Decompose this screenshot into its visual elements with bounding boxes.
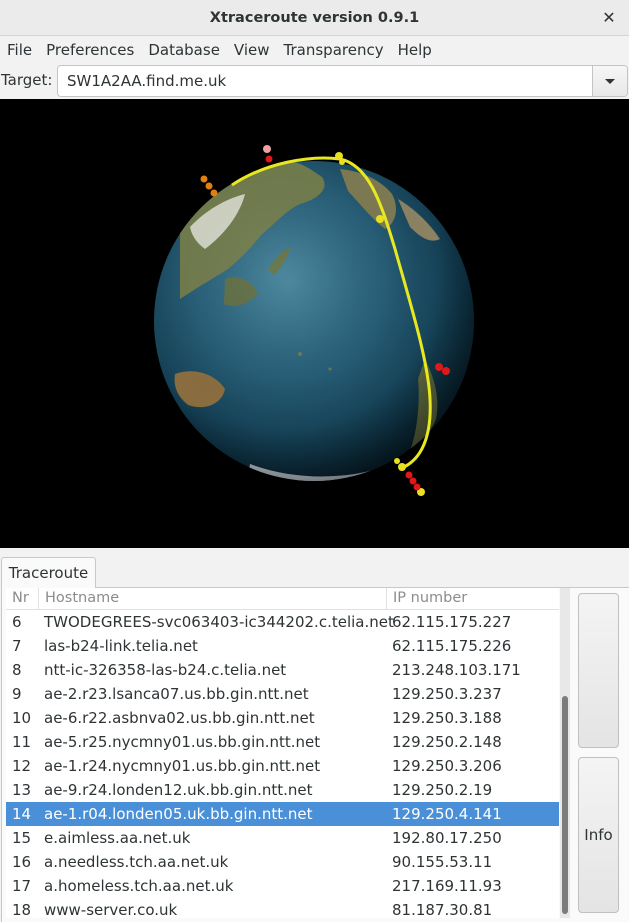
column-header-hostname[interactable]: Hostname — [45, 590, 119, 606]
table-row[interactable]: 14 ae-1.r04.londen05.uk.bb.gin.ntt.net 129… — [6, 802, 559, 826]
row-nr: 11 — [12, 733, 32, 751]
table-header: Nr Hostname IP number — [6, 588, 559, 610]
scrollbar-thumb[interactable] — [562, 696, 568, 914]
table-row[interactable]: 11 ae-5.r25.nycmny01.us.bb.gin.ntt.net 129… — [6, 730, 559, 754]
info-button[interactable]: Info — [578, 757, 619, 913]
row-hostname: ae-6.r22.asbnva02.us.bb.gin.ntt.net — [44, 709, 315, 727]
route-marker — [335, 152, 343, 160]
menu-database[interactable]: Database — [141, 41, 227, 59]
row-ip: 62.115.175.226 — [392, 637, 512, 655]
row-hostname: ntt-ic-326358-las-b24.c.telia.net — [44, 661, 287, 679]
route-marker — [398, 463, 406, 471]
host-marker — [435, 363, 443, 371]
window-title: Xtraceroute version 0.9.1 — [209, 9, 420, 26]
row-hostname: a.homeless.tch.aa.net.uk — [44, 877, 234, 895]
globe-view[interactable] — [0, 99, 629, 548]
host-marker — [413, 483, 421, 491]
row-hostname: ae-1.r04.londen05.uk.bb.gin.ntt.net — [44, 805, 313, 823]
menu-transparency[interactable]: Transparency — [277, 41, 391, 59]
table-row[interactable]: 9 ae-2.r23.lsanca07.us.bb.gin.ntt.net 129.… — [6, 682, 559, 706]
row-hostname: las-b24-link.telia.net — [44, 637, 198, 655]
menu-bar: File Preferences Database View Transpare… — [0, 37, 629, 63]
close-icon[interactable]: ✕ — [599, 7, 619, 27]
title-bar: Xtraceroute version 0.9.1 ✕ — [0, 0, 629, 36]
table-row[interactable]: 6 TWODEGREES-svc063403-ic344202.c.telia.n… — [6, 610, 559, 634]
blank-button[interactable] — [578, 593, 619, 748]
row-ip: 129.250.4.141 — [392, 805, 502, 823]
table-row[interactable]: 7 las-b24-link.telia.net 62.115.175.226 — [6, 634, 559, 658]
row-hostname: www-server.co.uk — [44, 901, 178, 918]
column-header-nr[interactable]: Nr — [12, 590, 29, 606]
row-nr: 6 — [12, 613, 22, 631]
chevron-down-icon — [605, 78, 615, 84]
row-nr: 16 — [12, 853, 32, 871]
row-nr: 18 — [12, 901, 32, 918]
route-marker — [376, 215, 384, 223]
host-marker — [442, 367, 450, 375]
target-dropdown-button[interactable] — [592, 66, 627, 96]
row-ip: 213.248.103.171 — [392, 661, 521, 679]
menu-view[interactable]: View — [227, 41, 277, 59]
globe-canvas[interactable] — [0, 99, 629, 548]
row-hostname: e.aimless.aa.net.uk — [44, 829, 191, 847]
table-row[interactable]: 10 ae-6.r22.asbnva02.us.bb.gin.ntt.net 129… — [6, 706, 559, 730]
notebook: Traceroute Nr Hostname IP number 6 TWODEG… — [0, 550, 629, 922]
row-ip: 62.115.175.227 — [392, 613, 512, 631]
traceroute-page: Nr Hostname IP number 6 TWODEGREES-svc063… — [1, 588, 629, 922]
row-ip: 81.187.30.81 — [392, 901, 493, 918]
route-marker — [394, 458, 400, 464]
row-nr: 17 — [12, 877, 32, 895]
table-row[interactable]: 12 ae-1.r24.nycmny01.us.bb.gin.ntt.net 129… — [6, 754, 559, 778]
row-hostname: ae-5.r25.nycmny01.us.bb.gin.ntt.net — [44, 733, 321, 751]
host-marker — [409, 477, 417, 485]
row-nr: 15 — [12, 829, 32, 847]
menu-help[interactable]: Help — [391, 41, 439, 59]
table-row[interactable]: 13 ae-9.r24.londen12.uk.bb.gin.ntt.net 129… — [6, 778, 559, 802]
row-nr: 12 — [12, 757, 32, 775]
table-row[interactable]: 17 a.homeless.tch.aa.net.uk 217.169.11.93 — [6, 874, 559, 898]
row-ip: 129.250.2.19 — [392, 781, 493, 799]
target-row: Target: — [0, 64, 629, 98]
traceroute-table: Nr Hostname IP number 6 TWODEGREES-svc063… — [6, 588, 559, 918]
host-marker — [210, 189, 218, 197]
row-ip: 192.80.17.250 — [392, 829, 502, 847]
host-marker — [263, 145, 271, 153]
table-row[interactable]: 16 a.needless.tch.aa.net.uk 90.155.53.11 — [6, 850, 559, 874]
row-hostname: TWODEGREES-svc063403-ic344202.c.telia.ne… — [44, 613, 394, 631]
row-ip: 129.250.3.237 — [392, 685, 502, 703]
table-row[interactable]: 18 www-server.co.uk 81.187.30.81 — [6, 898, 559, 918]
row-ip: 90.155.53.11 — [392, 853, 493, 871]
column-header-ip[interactable]: IP number — [393, 590, 467, 606]
row-nr: 9 — [12, 685, 22, 703]
row-nr: 7 — [12, 637, 22, 655]
row-nr: 13 — [12, 781, 32, 799]
row-hostname: ae-1.r24.nycmny01.us.bb.gin.ntt.net — [44, 757, 321, 775]
table-row[interactable]: 8 ntt-ic-326358-las-b24.c.telia.net 213.24… — [6, 658, 559, 682]
row-ip: 129.250.2.148 — [392, 733, 502, 751]
host-marker — [205, 182, 213, 190]
row-hostname: ae-2.r23.lsanca07.us.bb.gin.ntt.net — [44, 685, 309, 703]
tab-traceroute[interactable]: Traceroute — [1, 557, 96, 588]
row-ip: 217.169.11.93 — [392, 877, 502, 895]
host-marker — [200, 175, 208, 183]
row-ip: 129.250.3.206 — [392, 757, 502, 775]
row-ip: 129.250.3.188 — [392, 709, 502, 727]
row-hostname: ae-9.r24.londen12.uk.bb.gin.ntt.net — [44, 781, 313, 799]
route-marker — [339, 159, 345, 165]
menu-preferences[interactable]: Preferences — [39, 41, 141, 59]
row-nr: 14 — [12, 805, 32, 823]
menu-file[interactable]: File — [0, 41, 39, 59]
vertical-scrollbar[interactable] — [560, 588, 570, 918]
row-nr: 8 — [12, 661, 22, 679]
table-rows: 6 TWODEGREES-svc063403-ic344202.c.telia.n… — [6, 610, 559, 918]
target-combo[interactable] — [57, 65, 628, 97]
row-nr: 10 — [12, 709, 32, 727]
host-marker — [405, 471, 413, 479]
table-row[interactable]: 15 e.aimless.aa.net.uk 192.80.17.250 — [6, 826, 559, 850]
row-hostname: a.needless.tch.aa.net.uk — [44, 853, 229, 871]
target-input[interactable] — [58, 66, 592, 96]
target-label: Target: — [1, 71, 53, 89]
host-marker — [265, 155, 273, 163]
